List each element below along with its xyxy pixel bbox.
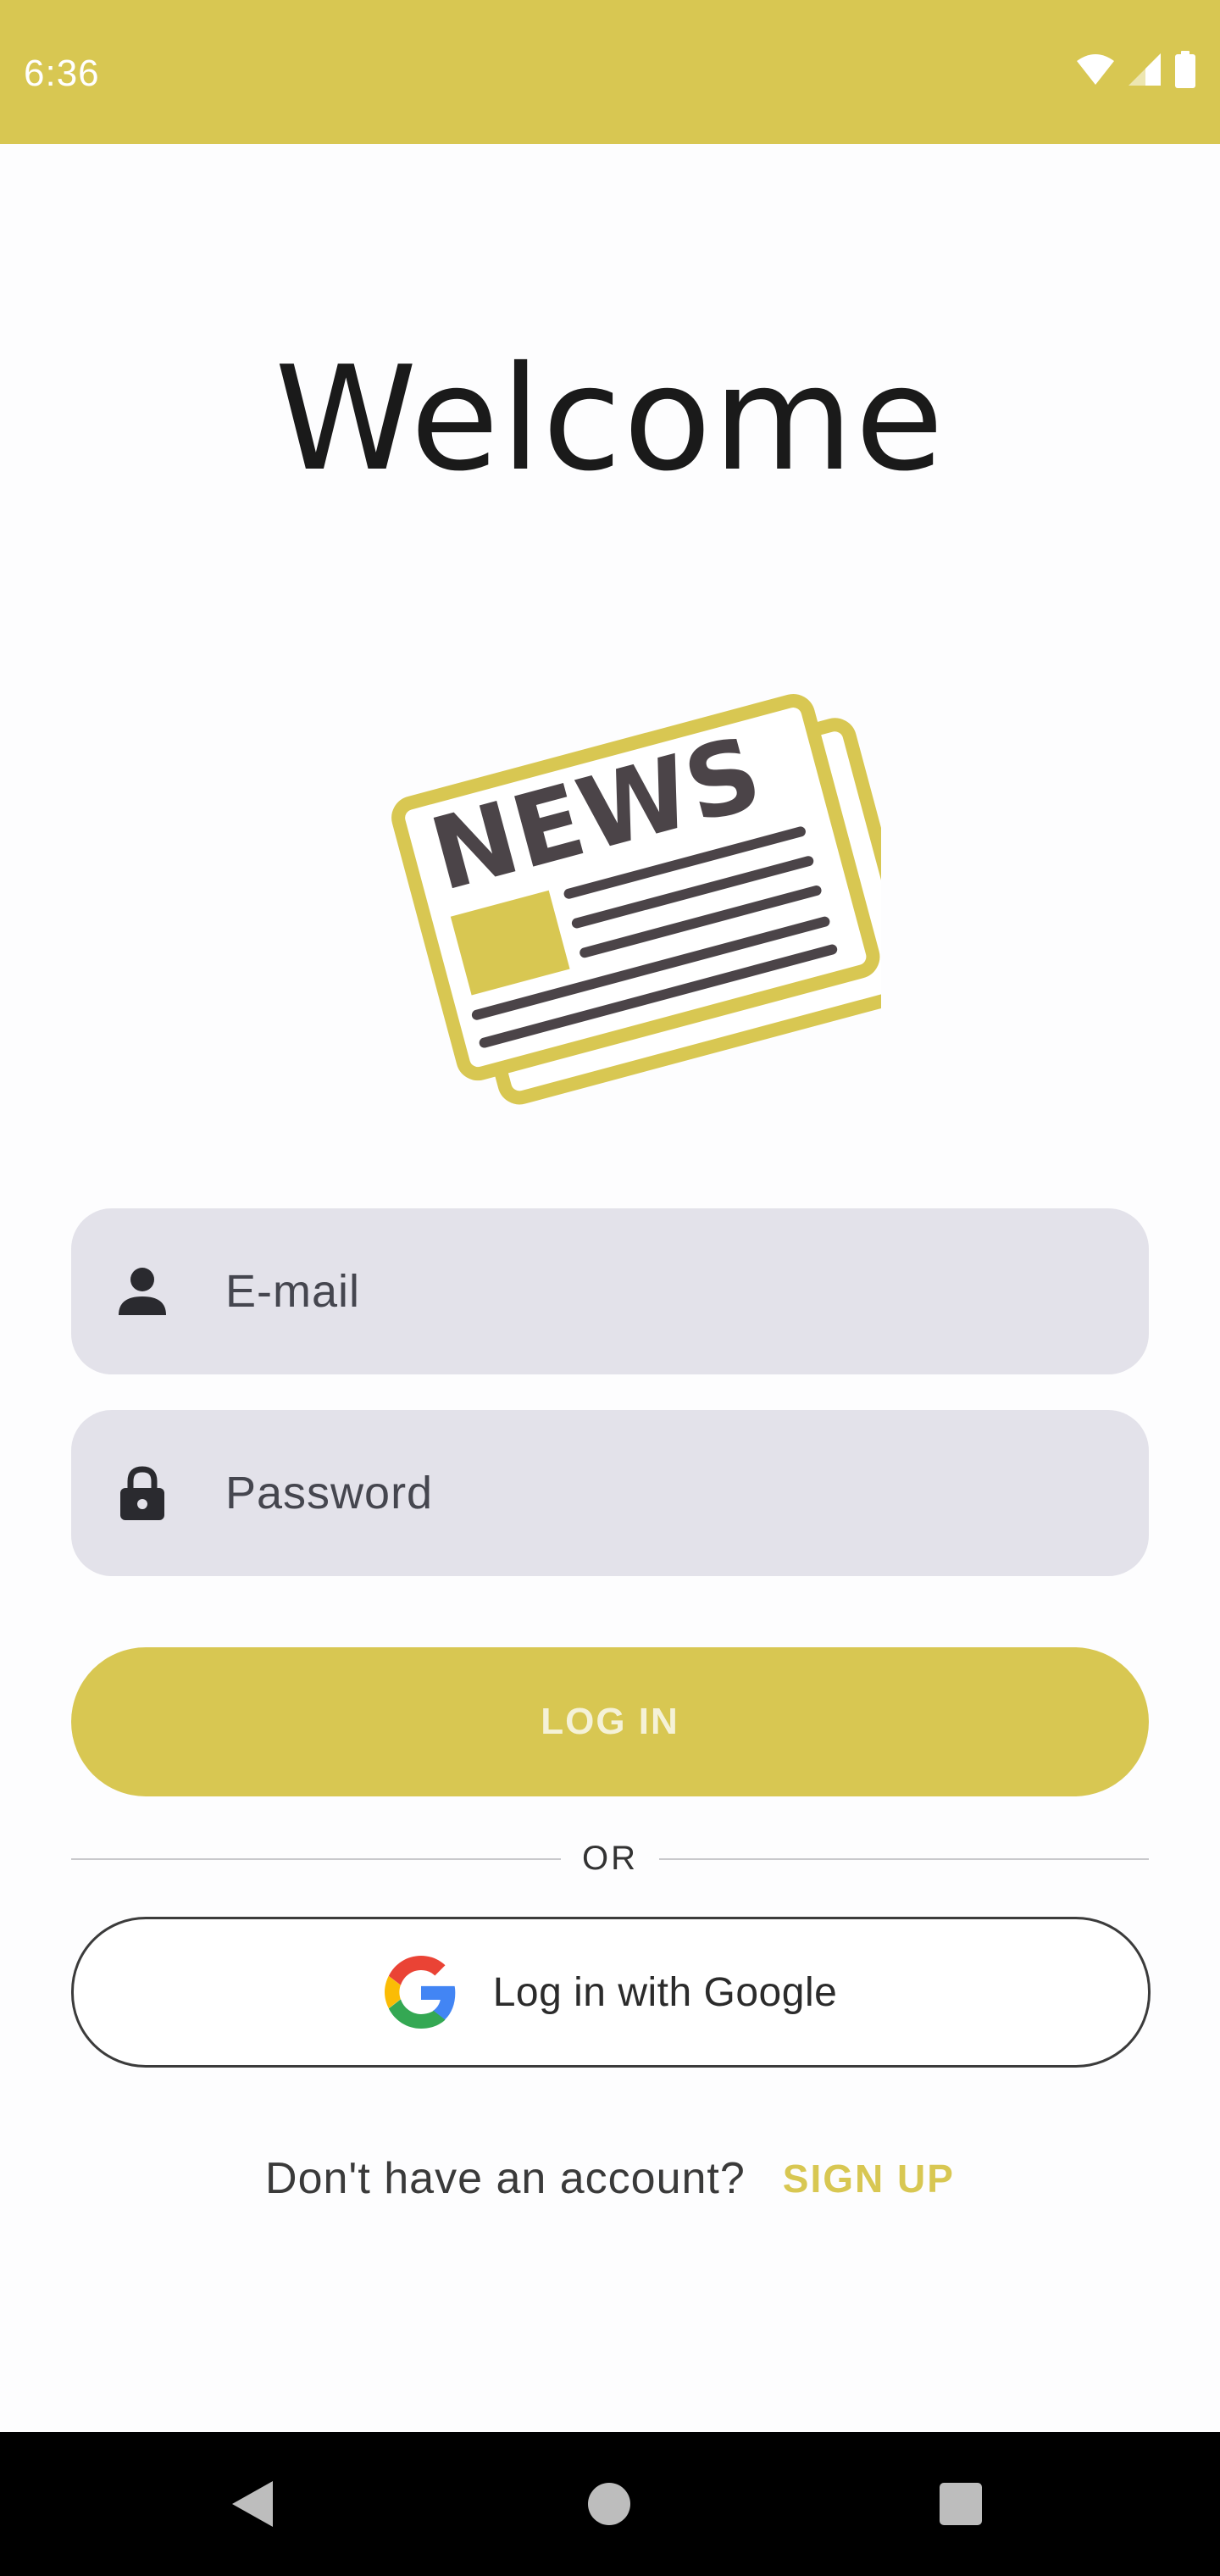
battery-icon [1175,51,1195,88]
status-icons [1076,51,1196,88]
status-bar: 6:36 [0,0,1220,144]
wifi-icon [1077,54,1114,85]
signup-link[interactable]: SIGN UP [783,2156,955,2201]
divider-line-right [659,1858,1149,1860]
navigation-bar [0,2432,1220,2576]
recents-icon[interactable] [940,2483,982,2525]
page-title: Welcome [274,336,946,503]
status-time: 6:36 [24,53,100,94]
email-input[interactable] [225,1208,1115,1374]
news-logo-icon: NEWS [391,694,881,1105]
login-button[interactable]: LOG IN [71,1647,1149,1796]
google-login-button[interactable]: Log in with Google [71,1917,1151,2068]
password-input[interactable] [225,1410,1115,1576]
email-field[interactable] [71,1208,1149,1374]
lock-icon [120,1466,164,1520]
back-icon[interactable] [230,2479,274,2529]
google-login-label: Log in with Google [492,1969,838,2015]
password-field[interactable] [71,1410,1149,1576]
signup-prompt: Don't have an account? [265,2154,746,2203]
signup-row: Don't have an account? SIGN UP [0,2149,1220,2208]
home-icon[interactable] [588,2483,630,2525]
or-divider: OR [71,1839,1149,1878]
person-icon [119,1268,166,1315]
signal-icon [1128,53,1161,86]
google-icon [384,1956,456,2029]
